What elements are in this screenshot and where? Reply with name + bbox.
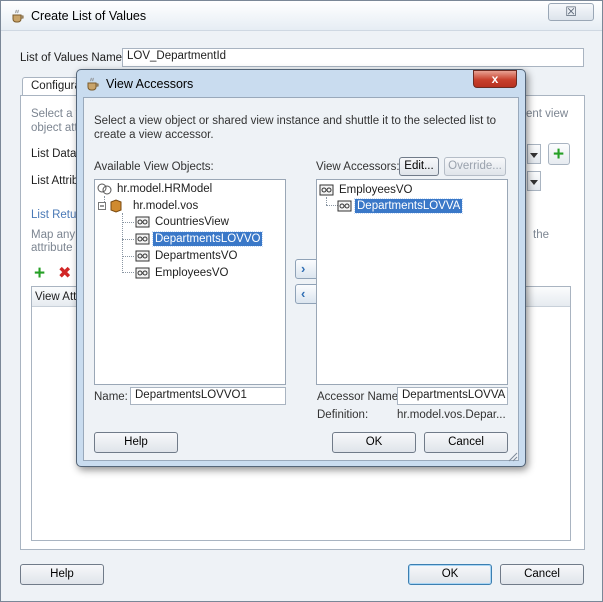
green-plus-icon: + <box>553 144 565 165</box>
accessor-name-label: Accessor Name: <box>317 391 402 403</box>
override-label: Override... <box>448 160 502 172</box>
instruction-line-1: Select a view object or shared view inst… <box>94 115 497 127</box>
tree-line <box>122 272 134 273</box>
outer-title-bar: Create List of Values ☒ <box>1 1 602 31</box>
view-object-icon <box>319 184 334 196</box>
map-description-2: attribute <box>31 242 73 254</box>
name-label: Name: <box>94 391 128 403</box>
tree-line <box>122 222 134 223</box>
definition-value: hr.model.vos.Depar... <box>397 409 506 421</box>
view-object-icon <box>135 267 150 279</box>
view-accessors-label: View Accessors: <box>316 161 400 173</box>
create-data-source-button[interactable]: + <box>548 143 570 165</box>
list-attribute-label: List Attrib <box>31 175 79 187</box>
definition-label: Definition: <box>317 409 369 421</box>
inner-body: Select a view object or shared view inst… <box>83 97 519 461</box>
outer-ok-button[interactable]: OK <box>408 564 492 585</box>
close-icon: x <box>491 72 499 86</box>
lov-name-label: List of Values Name: <box>20 52 126 64</box>
lov-name-input[interactable]: LOV_DepartmentId <box>122 48 584 67</box>
help-label: Help <box>124 436 148 448</box>
instruction-line-2: create a view accessor. <box>94 129 214 141</box>
outer-cancel-button[interactable]: Cancel <box>500 564 584 585</box>
inner-title: View Accessors <box>106 77 194 91</box>
cancel-label: Cancel <box>524 568 560 580</box>
cancel-label: Cancel <box>448 436 484 448</box>
edit-label: Edit... <box>404 160 434 172</box>
list-data-source-label: List Data <box>31 148 77 160</box>
tree-line <box>122 256 134 257</box>
list-return-values-label: List Retur <box>31 209 81 221</box>
override-button[interactable]: Override... <box>444 157 506 176</box>
available-view-objects-label: Available View Objects: <box>94 161 214 173</box>
list-attribute-dropdown[interactable] <box>527 171 541 191</box>
view-accessor-icon <box>337 200 352 212</box>
view-object-icon <box>135 233 150 245</box>
ok-label: OK <box>441 568 459 580</box>
accessor-name-input[interactable]: DepartmentsLOVVA <box>397 387 508 405</box>
edit-button[interactable]: Edit... <box>399 157 439 176</box>
outer-title: Create List of Values <box>31 9 147 23</box>
coffee-cup-icon <box>87 77 99 91</box>
outer-help-button[interactable]: Help <box>20 564 104 585</box>
inner-ok-button[interactable]: OK <box>332 432 416 453</box>
coffee-cup-icon <box>12 9 24 23</box>
tree-line <box>326 197 327 205</box>
available-view-objects-tree[interactable]: hr.model.HRModel hr.model.vos CountriesV… <box>94 179 286 385</box>
view-accessors-dialog: View Accessors x Select a view object or… <box>76 69 526 467</box>
inner-close-button[interactable]: x <box>473 70 517 88</box>
view-accessors-tree[interactable]: EmployeesVO DepartmentsLOVVA <box>316 179 508 385</box>
close-icon: ☒ <box>565 4 577 19</box>
tree-line <box>122 239 134 240</box>
select-description-1: Select a v <box>31 108 82 120</box>
help-label: Help <box>50 568 74 580</box>
select-description-right: ent view <box>526 108 569 120</box>
view-object-icon <box>135 216 150 228</box>
project-icon <box>97 183 112 195</box>
name-input[interactable]: DepartmentsLOVVO1 <box>130 387 286 405</box>
ok-label: OK <box>365 436 383 448</box>
map-description-right: the <box>533 229 549 241</box>
select-description-2: object att <box>31 122 78 134</box>
collapse-package-icon <box>98 199 122 213</box>
delete-return-value-button[interactable]: ✖ <box>56 265 74 283</box>
chevron-right-icon: › <box>301 261 306 276</box>
green-plus-icon: + <box>34 263 46 284</box>
red-x-icon: ✖ <box>58 265 72 282</box>
inner-help-button[interactable]: Help <box>94 432 178 453</box>
add-return-value-button[interactable]: + <box>33 263 51 284</box>
resize-grip-icon[interactable] <box>506 450 518 462</box>
inner-cancel-button[interactable]: Cancel <box>424 432 508 453</box>
list-data-source-dropdown[interactable] <box>527 144 541 164</box>
view-object-icon <box>135 250 150 262</box>
outer-close-button[interactable]: ☒ <box>548 3 594 21</box>
chevron-left-icon: ‹ <box>301 286 306 301</box>
